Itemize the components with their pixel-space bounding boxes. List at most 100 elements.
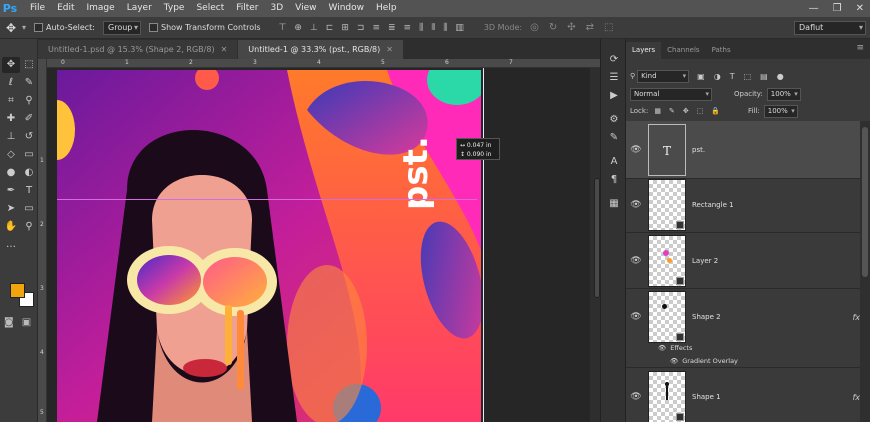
- canvas-area[interactable]: pst. ↔ 0.047 in ↕ 0.090 in: [47, 68, 600, 422]
- history-icon[interactable]: ⟳: [601, 51, 627, 69]
- lock-all-icon[interactable]: 🔒: [711, 107, 720, 115]
- layer-name[interactable]: pst.: [692, 146, 705, 154]
- more-tools-icon[interactable]: …: [2, 237, 20, 253]
- distribute-right-icon[interactable]: ⫼: [443, 23, 447, 33]
- distribute-vcenter-icon[interactable]: ≣: [388, 23, 396, 33]
- workspace-dropdown[interactable]: Daflut: [794, 21, 866, 35]
- type-tool[interactable]: T: [20, 183, 38, 199]
- layer-effects-icon[interactable]: fx: [852, 313, 860, 322]
- vertical-guide[interactable]: [483, 68, 484, 422]
- align-left-icon[interactable]: ⊏: [326, 23, 334, 33]
- horizontal-guide[interactable]: [57, 199, 477, 200]
- rectangle-tool[interactable]: ▭: [20, 201, 38, 217]
- brush-tool[interactable]: ✐: [20, 111, 38, 127]
- show-transform-checkbox[interactable]: [149, 23, 158, 32]
- lock-pixels-icon[interactable]: ✎: [669, 107, 675, 115]
- auto-select-checkbox[interactable]: [34, 23, 44, 32]
- layer-name[interactable]: Shape 2: [692, 313, 721, 321]
- visibility-eye-icon[interactable]: 👁: [626, 200, 646, 210]
- layers-scroll-thumb[interactable]: [862, 127, 868, 277]
- quick-mask-icon[interactable]: ◙: [4, 317, 14, 328]
- eraser-tool[interactable]: ◇: [2, 147, 20, 163]
- tab-document-1[interactable]: Untitled-1.psd @ 15.3% (Shape 2, RGB/8) …: [38, 40, 238, 59]
- tab-channels[interactable]: Channels: [661, 42, 705, 59]
- filter-adjustment-icon[interactable]: ◑: [714, 72, 721, 81]
- layer-name[interactable]: Rectangle 1: [692, 201, 734, 209]
- 3d-roll-icon[interactable]: ↻: [549, 22, 557, 33]
- auto-select-dropdown[interactable]: Group: [103, 20, 141, 35]
- quick-select-tool[interactable]: ✎: [20, 75, 38, 91]
- move-tool[interactable]: ✥: [2, 57, 20, 73]
- 3d-orbit-icon[interactable]: ◎: [530, 22, 539, 33]
- effects-eye-icon[interactable]: 👁: [658, 344, 666, 352]
- adjustments-icon[interactable]: ⚙: [601, 111, 627, 129]
- layer-name[interactable]: Layer 2: [692, 257, 718, 265]
- filter-toggle-icon[interactable]: ●: [777, 72, 784, 81]
- marquee-tool[interactable]: ⬚: [20, 57, 38, 73]
- panel-menu-icon[interactable]: ≡: [856, 43, 864, 53]
- swatches-icon[interactable]: ▦: [601, 195, 627, 213]
- artwork-image[interactable]: pst.: [57, 70, 481, 422]
- close-window-button[interactable]: ✕: [856, 3, 864, 14]
- vertical-ruler[interactable]: 1 2 3 4 5: [38, 59, 47, 422]
- lock-transparent-icon[interactable]: ▦: [654, 107, 661, 115]
- history-brush-tool[interactable]: ↺: [20, 129, 38, 145]
- pen-tool[interactable]: ✒: [2, 183, 20, 199]
- horizontal-ruler[interactable]: 0 1 2 3 4 5 6 7: [47, 59, 600, 68]
- menu-window[interactable]: Window: [323, 0, 371, 17]
- screen-mode-icon[interactable]: ▣: [22, 317, 31, 328]
- layer-filter-dropdown[interactable]: Kind: [637, 69, 690, 83]
- actions-icon[interactable]: ▶: [601, 87, 627, 105]
- tab-layers[interactable]: Layers: [626, 42, 662, 59]
- visibility-eye-icon[interactable]: 👁: [626, 256, 646, 266]
- filter-pixel-icon[interactable]: ▣: [697, 72, 705, 81]
- tool-preset-dropdown[interactable]: ▾: [22, 23, 26, 32]
- visibility-eye-icon[interactable]: 👁: [626, 145, 646, 155]
- 3d-scale-icon[interactable]: ⬚: [604, 22, 613, 33]
- crop-tool[interactable]: ⌗: [2, 93, 20, 109]
- menu-view[interactable]: View: [289, 0, 322, 17]
- properties-icon[interactable]: ☰: [601, 69, 627, 87]
- tab-paths[interactable]: Paths: [706, 42, 737, 59]
- align-hcenter-icon[interactable]: ⊞: [341, 23, 349, 33]
- distribute-left-icon[interactable]: ⫼: [419, 23, 423, 33]
- hand-tool[interactable]: ✋: [2, 219, 20, 235]
- lasso-tool[interactable]: ℓ: [2, 75, 20, 91]
- 3d-slide-icon[interactable]: ⇄: [586, 22, 594, 33]
- brush-settings-icon[interactable]: ✎: [601, 129, 627, 147]
- menu-select[interactable]: Select: [190, 0, 230, 17]
- gradient-overlay-row[interactable]: 👁 Gradient Overlay: [626, 354, 870, 368]
- move-tool-icon[interactable]: ✥: [0, 21, 22, 35]
- filter-type-icon[interactable]: T: [730, 72, 735, 81]
- align-right-icon[interactable]: ⊐: [357, 23, 365, 33]
- gradient-overlay-eye-icon[interactable]: 👁: [670, 357, 678, 365]
- lock-artboard-icon[interactable]: ⬚: [697, 107, 704, 115]
- menu-layer[interactable]: Layer: [121, 0, 158, 17]
- dodge-tool[interactable]: ◐: [20, 165, 38, 181]
- layer-row-layer-2[interactable]: 👁 Layer 2: [626, 233, 870, 289]
- auto-align-icon[interactable]: ▥: [455, 23, 464, 33]
- align-top-icon[interactable]: ⊤: [279, 23, 287, 33]
- menu-type[interactable]: Type: [158, 0, 191, 17]
- zoom-tool[interactable]: ⚲: [20, 219, 38, 235]
- eyedropper-tool[interactable]: ⚲: [20, 93, 38, 109]
- character-icon[interactable]: A: [601, 153, 627, 171]
- opacity-input[interactable]: 100%: [766, 87, 801, 101]
- blur-tool[interactable]: ●: [2, 165, 20, 181]
- effects-row[interactable]: 👁 Effects: [626, 342, 870, 354]
- menu-image[interactable]: Image: [81, 0, 121, 17]
- layer-effects-icon[interactable]: fx: [852, 393, 860, 402]
- close-tab-2-icon[interactable]: ✕: [386, 40, 393, 59]
- distribute-top-icon[interactable]: ≡: [372, 23, 380, 33]
- paragraph-icon[interactable]: ¶: [601, 171, 627, 189]
- clone-stamp-tool[interactable]: ⊥: [2, 129, 20, 145]
- layer-row-rectangle-1[interactable]: 👁 Rectangle 1: [626, 177, 870, 233]
- healing-brush-tool[interactable]: ✚: [2, 111, 20, 127]
- menu-filter[interactable]: Filter: [230, 0, 264, 17]
- distribute-hcenter-icon[interactable]: ⦀: [431, 23, 435, 33]
- menu-help[interactable]: Help: [370, 0, 403, 17]
- minimize-button[interactable]: —: [809, 3, 819, 14]
- foreground-color-swatch[interactable]: [10, 283, 25, 298]
- menu-3d[interactable]: 3D: [265, 0, 290, 17]
- align-bottom-icon[interactable]: ⊥: [310, 23, 318, 33]
